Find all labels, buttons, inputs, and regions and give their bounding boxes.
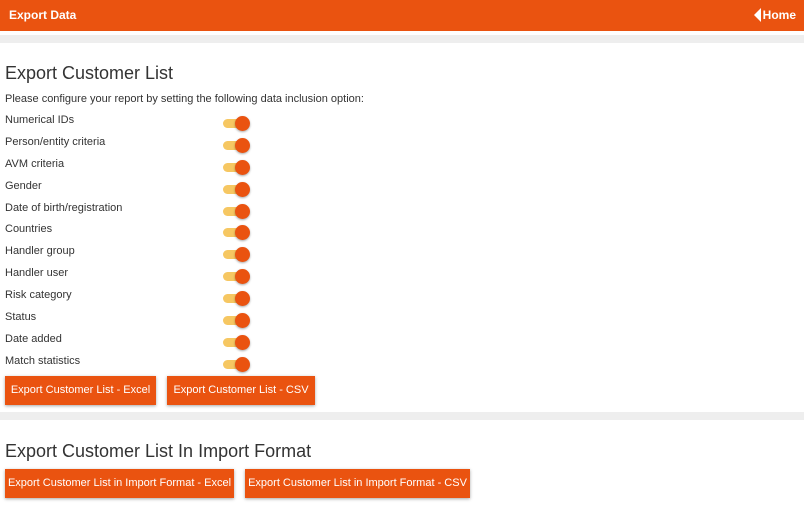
option-label: Handler group <box>5 245 75 258</box>
toggle-match-statistics[interactable] <box>223 356 250 372</box>
toggle-avm-criteria[interactable] <box>223 159 250 175</box>
toggle-numerical-ids[interactable] <box>223 116 250 131</box>
toggle-handler-group[interactable] <box>223 247 250 263</box>
option-label: Numerical IDs <box>5 114 75 126</box>
option-row: Person/entity criteria <box>5 131 265 153</box>
section-separator <box>0 35 804 43</box>
option-row: Gender <box>5 175 265 197</box>
option-label: Status <box>5 311 37 324</box>
option-label: Date added <box>5 332 62 345</box>
page-title: Export Data <box>9 8 77 22</box>
option-label: AVM criteria <box>5 157 65 170</box>
configure-description: Please configure your report by setting … <box>5 93 364 105</box>
option-label: Person/entity criteria <box>5 135 106 148</box>
option-row: Match statistics <box>5 350 265 372</box>
export-customer-list-excel-button[interactable]: Export Customer List - Excel <box>5 376 156 405</box>
option-row: Handler user <box>5 262 265 285</box>
toggle-gender[interactable] <box>223 181 250 197</box>
option-row: Date added <box>5 328 265 350</box>
option-label: Date of birth/registration <box>5 201 123 214</box>
toggle-handler-user[interactable] <box>223 269 250 285</box>
export-import-format-heading: Export Customer List In Import Format <box>5 441 312 461</box>
option-row: Status <box>5 306 265 329</box>
option-label: Risk category <box>5 289 72 302</box>
toggle-risk-category[interactable] <box>223 291 250 307</box>
option-row: Numerical IDs <box>5 109 265 131</box>
section-separator <box>0 412 804 420</box>
home-link-label: Home <box>762 8 796 22</box>
option-label: Countries <box>5 223 53 236</box>
export-customer-list-csv-button[interactable]: Export Customer List - CSV <box>167 376 315 405</box>
caret-left-icon <box>753 8 761 22</box>
toggle-countries[interactable] <box>223 225 250 241</box>
top-bar: Export Data Home <box>0 0 804 31</box>
option-label: Match statistics <box>5 354 81 367</box>
option-row: Handler group <box>5 240 265 263</box>
option-row: AVM criteria <box>5 153 265 175</box>
option-label: Handler user <box>5 267 68 280</box>
home-link[interactable]: Home <box>753 8 796 22</box>
export-customer-list-heading: Export Customer List <box>5 63 174 83</box>
option-row: Risk category <box>5 284 265 307</box>
toggle-person-entity-criteria[interactable] <box>223 137 250 153</box>
export-import-format-excel-button[interactable]: Export Customer List in Import Format - … <box>5 469 234 498</box>
export-import-format-csv-button[interactable]: Export Customer List in Import Format - … <box>245 469 470 498</box>
toggle-date-added[interactable] <box>223 334 250 350</box>
toggle-date-of-birth[interactable] <box>223 203 250 219</box>
option-row: Countries <box>5 218 265 241</box>
option-row: Date of birth/registration <box>5 197 265 219</box>
inclusion-options-list: Numerical IDs Person/entity criteria AVM… <box>5 109 265 372</box>
option-label: Gender <box>5 179 42 192</box>
toggle-status[interactable] <box>223 313 250 329</box>
